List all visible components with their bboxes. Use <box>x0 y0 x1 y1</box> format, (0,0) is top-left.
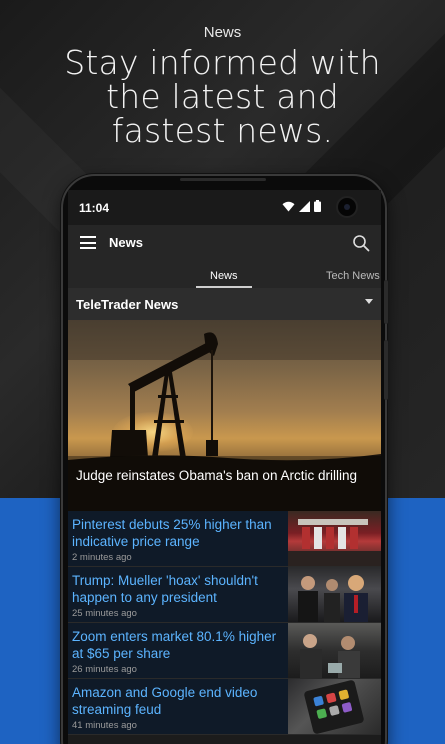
market-traders-image <box>300 634 360 678</box>
headline-line: fastest news. <box>111 111 334 150</box>
front-camera <box>336 196 358 218</box>
hamburger-menu-icon[interactable] <box>80 236 96 249</box>
stock-exchange-image <box>288 519 381 566</box>
phone-side-button <box>384 280 388 324</box>
news-item-title[interactable]: Trump: Mueller 'hoax' shouldn't happen t… <box>72 573 284 606</box>
dropdown-caret-icon <box>365 299 373 304</box>
promo-headline: Stay informed with the latest and fastes… <box>0 46 445 148</box>
news-item-title[interactable]: Pinterest debuts 25% higher than indicat… <box>72 517 284 550</box>
promo-label: News <box>203 24 242 41</box>
phone-side-button <box>384 340 388 400</box>
app-bar: News <box>68 225 381 261</box>
news-item-thumbnail[interactable] <box>288 567 381 622</box>
featured-article-title: Judge reinstates Obama's ban on Arctic d… <box>68 456 381 511</box>
status-time: 11:04 <box>79 201 110 215</box>
news-list-item[interactable]: Amazon and Google end video streaming fe… <box>68 679 381 735</box>
news-item-title[interactable]: Amazon and Google end video streaming fe… <box>72 685 284 718</box>
headline-line: Stay informed with <box>64 43 381 82</box>
source-dropdown[interactable]: TeleTrader News <box>68 288 381 320</box>
tab-bar: News Tech News <box>68 261 381 288</box>
news-item-thumbnail[interactable] <box>288 511 381 566</box>
search-icon[interactable] <box>352 234 370 252</box>
app-title: News <box>109 235 143 250</box>
news-item-time: 41 minutes ago <box>72 720 137 731</box>
news-item-thumbnail[interactable] <box>288 623 381 678</box>
news-item-time: 26 minutes ago <box>72 664 137 675</box>
news-item-title[interactable]: Zoom enters market 80.1% higher at $65 p… <box>72 629 284 662</box>
news-list-item[interactable]: Trump: Mueller 'hoax' shouldn't happen t… <box>68 567 381 623</box>
phone-screen: 11:04 News News Tech News TeleTrader New… <box>68 190 381 744</box>
news-item-thumbnail[interactable] <box>288 679 381 734</box>
news-list: Pinterest debuts 25% higher than indicat… <box>68 511 381 735</box>
headline-line: the latest and <box>106 77 339 116</box>
status-bar: 11:04 <box>68 190 381 225</box>
phone-speaker <box>180 178 266 181</box>
news-list-item[interactable]: Pinterest debuts 25% higher than indicat… <box>68 511 381 567</box>
source-dropdown-label: TeleTrader News <box>76 297 179 312</box>
news-list-item[interactable]: Zoom enters market 80.1% higher at $65 p… <box>68 623 381 679</box>
news-item-time: 25 minutes ago <box>72 608 137 619</box>
signal-icon <box>299 200 310 212</box>
tab-tech-news[interactable]: Tech News <box>326 270 380 282</box>
smartphone-apps-image <box>304 680 364 734</box>
featured-article[interactable]: Judge reinstates Obama's ban on Arctic d… <box>68 320 381 511</box>
status-icons <box>282 200 321 212</box>
tab-news[interactable]: News <box>210 270 238 282</box>
news-item-time: 2 minutes ago <box>72 552 132 563</box>
president-speaking-image <box>298 575 368 622</box>
battery-icon <box>314 200 321 212</box>
wifi-icon <box>282 201 295 211</box>
